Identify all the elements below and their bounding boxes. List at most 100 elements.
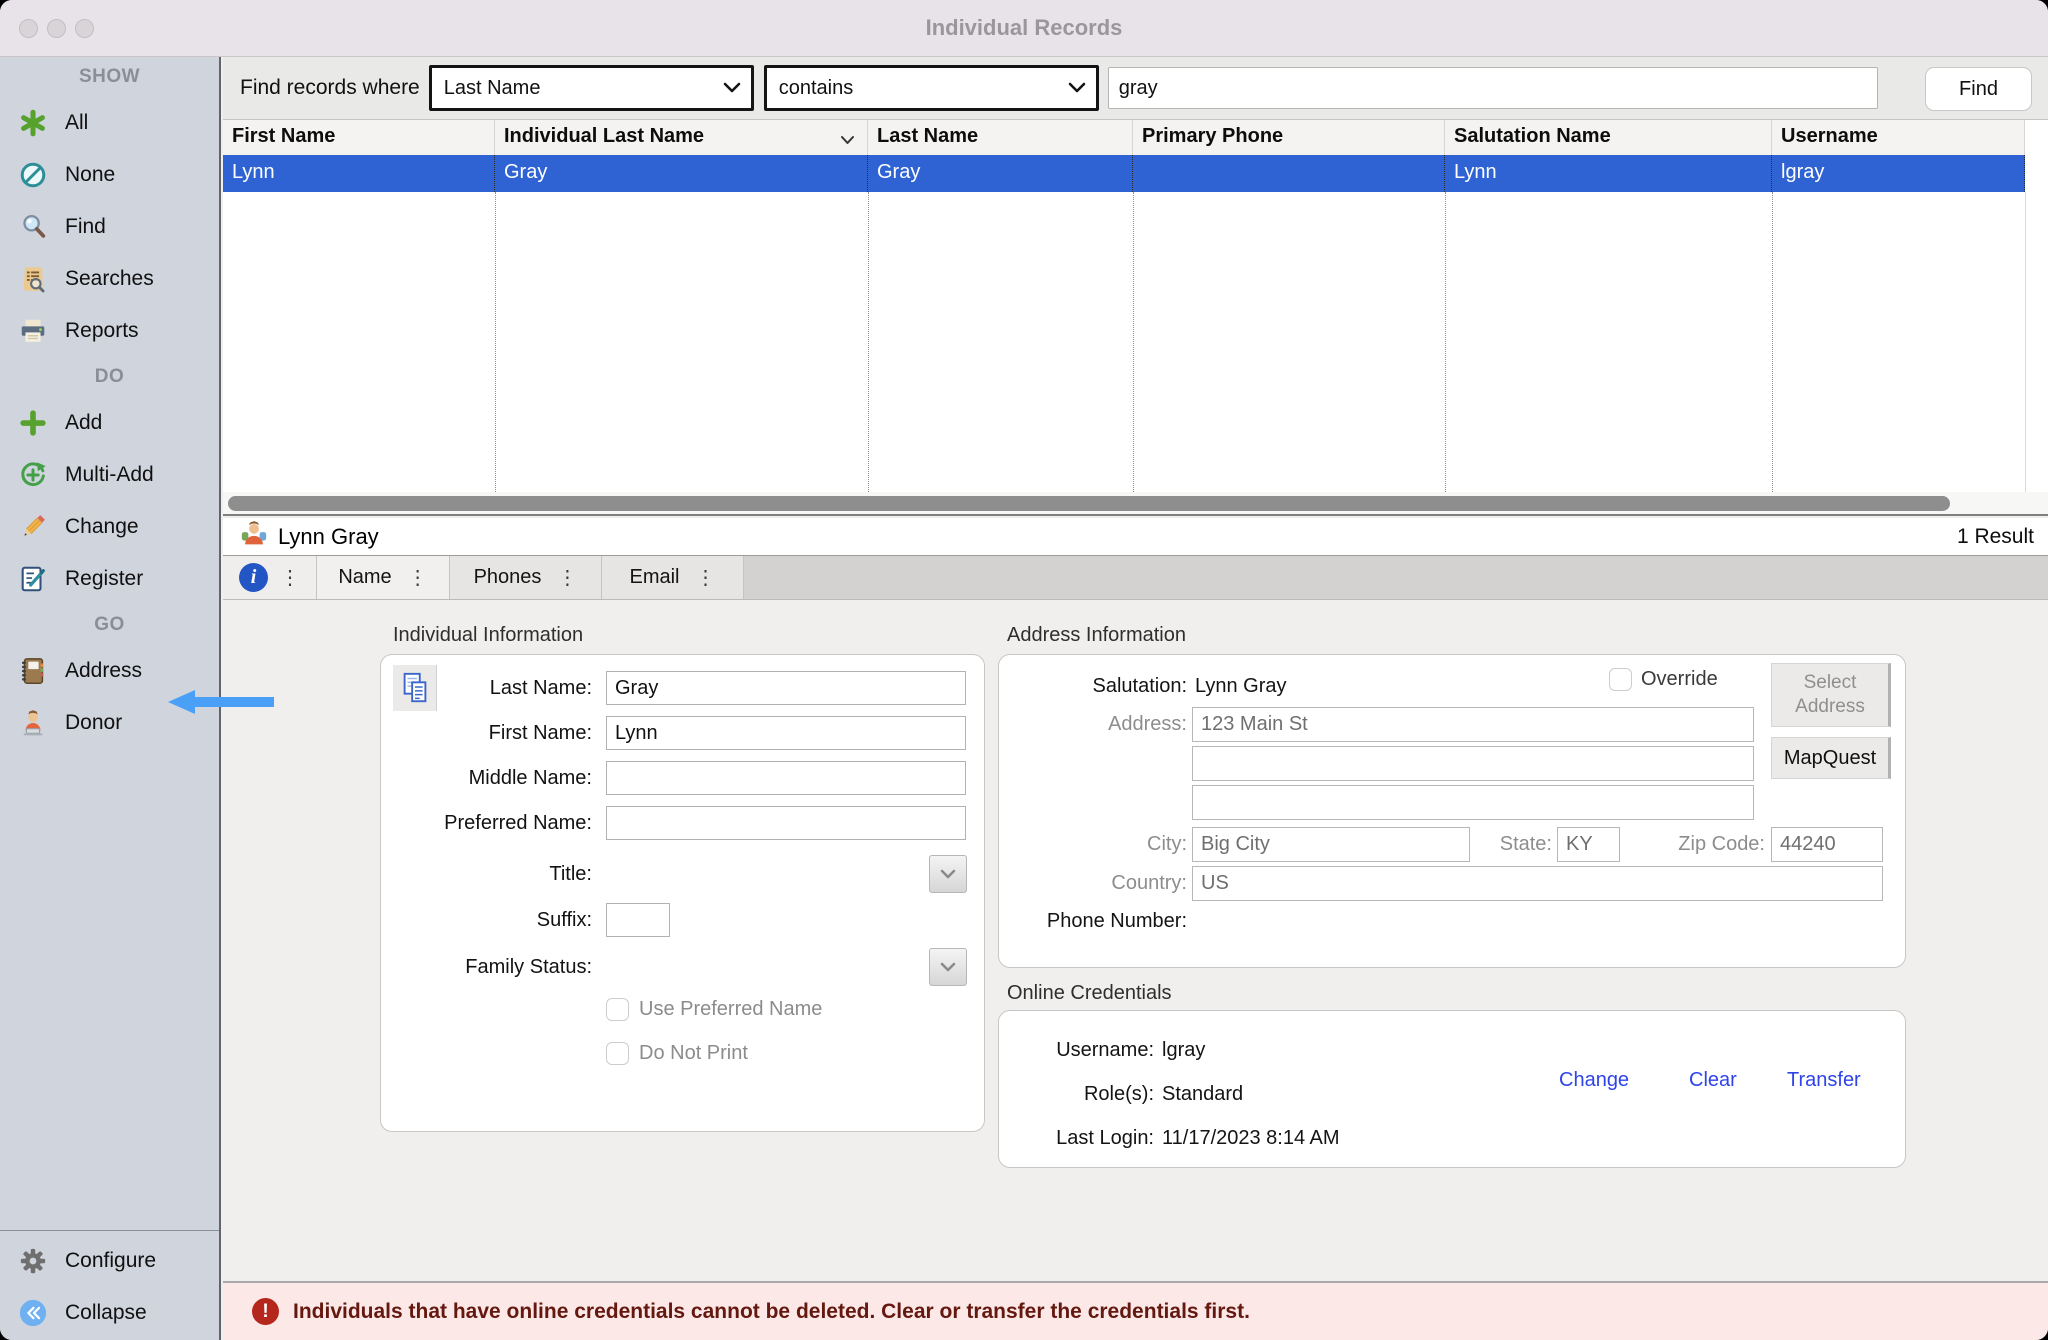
sidebar-item-searches[interactable]: Searches <box>0 253 219 305</box>
search-query-input[interactable] <box>1108 67 1878 109</box>
online-credentials-panel: Username: lgray Role(s): Standard Last L… <box>998 1010 1906 1168</box>
do-not-print-checkbox[interactable] <box>606 1042 629 1065</box>
window-title: Individual Records <box>0 15 2048 41</box>
last-login-value: 11/17/2023 8:14 AM <box>1162 1127 1340 1150</box>
clear-credentials-link[interactable]: Clear <box>1689 1069 1737 1092</box>
column-header-salutation-name[interactable]: Salutation Name <box>1445 120 1772 155</box>
sidebar-item-register[interactable]: Register <box>0 553 219 605</box>
table-cell: Lynn <box>1445 155 1772 192</box>
asterisk-icon <box>17 107 49 139</box>
sidebar-item-none[interactable]: None <box>0 149 219 201</box>
field-label-middle-name: Middle Name: <box>381 767 599 790</box>
sidebar-item-configure[interactable]: Configure <box>0 1235 219 1287</box>
first-name-field[interactable] <box>606 716 966 750</box>
family-status-dropdown-button[interactable] <box>929 948 967 986</box>
suffix-field[interactable] <box>606 903 670 937</box>
table-row-selected[interactable]: Lynn Gray Gray Lynn lgray <box>223 155 2048 192</box>
address-line2-field[interactable] <box>1192 746 1754 781</box>
field-select[interactable]: Last Name <box>429 65 754 111</box>
segment-menu-dots-icon[interactable]: ⋮ <box>696 568 716 588</box>
segment-menu-dots-icon[interactable]: ⋮ <box>280 568 300 588</box>
select-address-button[interactable]: Select Address <box>1771 663 1891 727</box>
sidebar-item-label: Configure <box>65 1249 156 1273</box>
sidebar-footer: Configure Collapse <box>0 1230 219 1340</box>
change-credentials-link[interactable]: Change <box>1559 1069 1629 1092</box>
column-divider <box>1133 192 1134 492</box>
segment-menu-dots-icon[interactable]: ⋮ <box>557 568 577 588</box>
middle-name-field[interactable] <box>606 761 966 795</box>
none-circle-slash-icon <box>17 159 49 191</box>
sidebar-item-label: Collapse <box>65 1301 147 1325</box>
annotation-arrow-icon <box>168 690 274 714</box>
field-label-last-name: Last Name: <box>381 677 599 700</box>
table-row-gutter <box>2025 155 2048 192</box>
city-field[interactable] <box>1192 827 1470 862</box>
column-header-last-name[interactable]: Last Name <box>868 120 1133 155</box>
username-value: lgray <box>1162 1039 1205 1062</box>
collapse-chevrons-icon <box>17 1297 49 1329</box>
sidebar-item-collapse[interactable]: Collapse <box>0 1287 219 1339</box>
checkbox-label: Use Preferred Name <box>639 998 822 1021</box>
sidebar-item-find[interactable]: Find <box>0 201 219 253</box>
do-not-print-row: Do Not Print <box>606 1042 748 1065</box>
tab-phones[interactable]: Phones ⋮ <box>450 556 602 599</box>
sidebar-item-multi-add[interactable]: Multi-Add <box>0 449 219 501</box>
scrollbar-thumb[interactable] <box>228 496 1950 511</box>
individual-information-panel: Last Name: First Name: Middle Name: Pref… <box>380 654 985 1132</box>
section-title-address-information: Address Information <box>1007 624 1186 647</box>
field-select-value: Last Name <box>444 77 541 100</box>
tab-email[interactable]: Email ⋮ <box>602 556 744 599</box>
override-checkbox[interactable] <box>1609 668 1632 691</box>
salutation-value: Lynn Gray <box>1195 675 1287 698</box>
phone-number-label: Phone Number: <box>999 910 1187 933</box>
chevron-down-icon <box>940 869 956 879</box>
column-header-individual-last-name[interactable]: Individual Last Name <box>495 120 868 155</box>
salutation-label: Salutation: <box>999 675 1187 698</box>
tab-name[interactable]: Name ⋮ <box>317 556 450 599</box>
section-title-individual-information: Individual Information <box>393 624 583 647</box>
chevron-down-icon <box>940 962 956 972</box>
horizontal-scrollbar[interactable] <box>223 492 2048 516</box>
country-label: Country: <box>999 872 1187 895</box>
sidebar-item-reports[interactable]: Reports <box>0 305 219 357</box>
info-icon[interactable]: i <box>239 563 268 592</box>
zip-code-field[interactable] <box>1771 827 1883 862</box>
state-field[interactable] <box>1557 827 1620 862</box>
app-window: Individual Records SHOW All None Find <box>0 0 2048 1340</box>
column-divider <box>2025 192 2026 492</box>
operator-select[interactable]: contains <box>764 65 1099 111</box>
country-field[interactable] <box>1192 866 1883 901</box>
sidebar-item-label: Multi-Add <box>65 463 154 487</box>
table-cell: Gray <box>495 155 868 192</box>
table-cell: lgray <box>1772 155 2025 192</box>
column-header-primary-phone[interactable]: Primary Phone <box>1133 120 1445 155</box>
address-label: Address: <box>999 713 1187 736</box>
field-label-title: Title: <box>381 863 599 886</box>
sidebar-header-do: DO <box>0 357 219 397</box>
use-preferred-name-row: Use Preferred Name <box>606 998 822 1021</box>
column-divider <box>495 192 496 492</box>
sidebar-item-change[interactable]: Change <box>0 501 219 553</box>
preferred-name-field[interactable] <box>606 806 966 840</box>
transfer-credentials-link[interactable]: Transfer <box>1787 1069 1861 1092</box>
column-header-username[interactable]: Username <box>1772 120 2025 155</box>
detail-content: Individual Information Last Name: First … <box>223 600 2048 1281</box>
table-header-row: First Name Individual Last Name Last Nam… <box>223 120 2048 155</box>
table-header-gutter <box>2025 120 2048 155</box>
segment-menu-dots-icon[interactable]: ⋮ <box>408 568 428 588</box>
sidebar-item-all[interactable]: All <box>0 97 219 149</box>
sidebar-header-go: GO <box>0 605 219 645</box>
address-line3-field[interactable] <box>1192 785 1754 820</box>
last-name-field[interactable] <box>606 671 966 705</box>
address-line1-field[interactable] <box>1192 707 1754 742</box>
warning-banner: ! Individuals that have online credentia… <box>223 1281 2048 1340</box>
sidebar-item-add[interactable]: Add <box>0 397 219 449</box>
printer-icon <box>17 315 49 347</box>
info-segment[interactable]: i ⋮ <box>223 556 317 599</box>
column-header-first-name[interactable]: First Name <box>223 120 495 155</box>
title-dropdown-button[interactable] <box>929 855 967 893</box>
mapquest-button[interactable]: MapQuest <box>1771 737 1891 779</box>
field-label-first-name: First Name: <box>381 722 599 745</box>
use-preferred-name-checkbox[interactable] <box>606 998 629 1021</box>
find-button[interactable]: Find <box>1925 67 2032 111</box>
